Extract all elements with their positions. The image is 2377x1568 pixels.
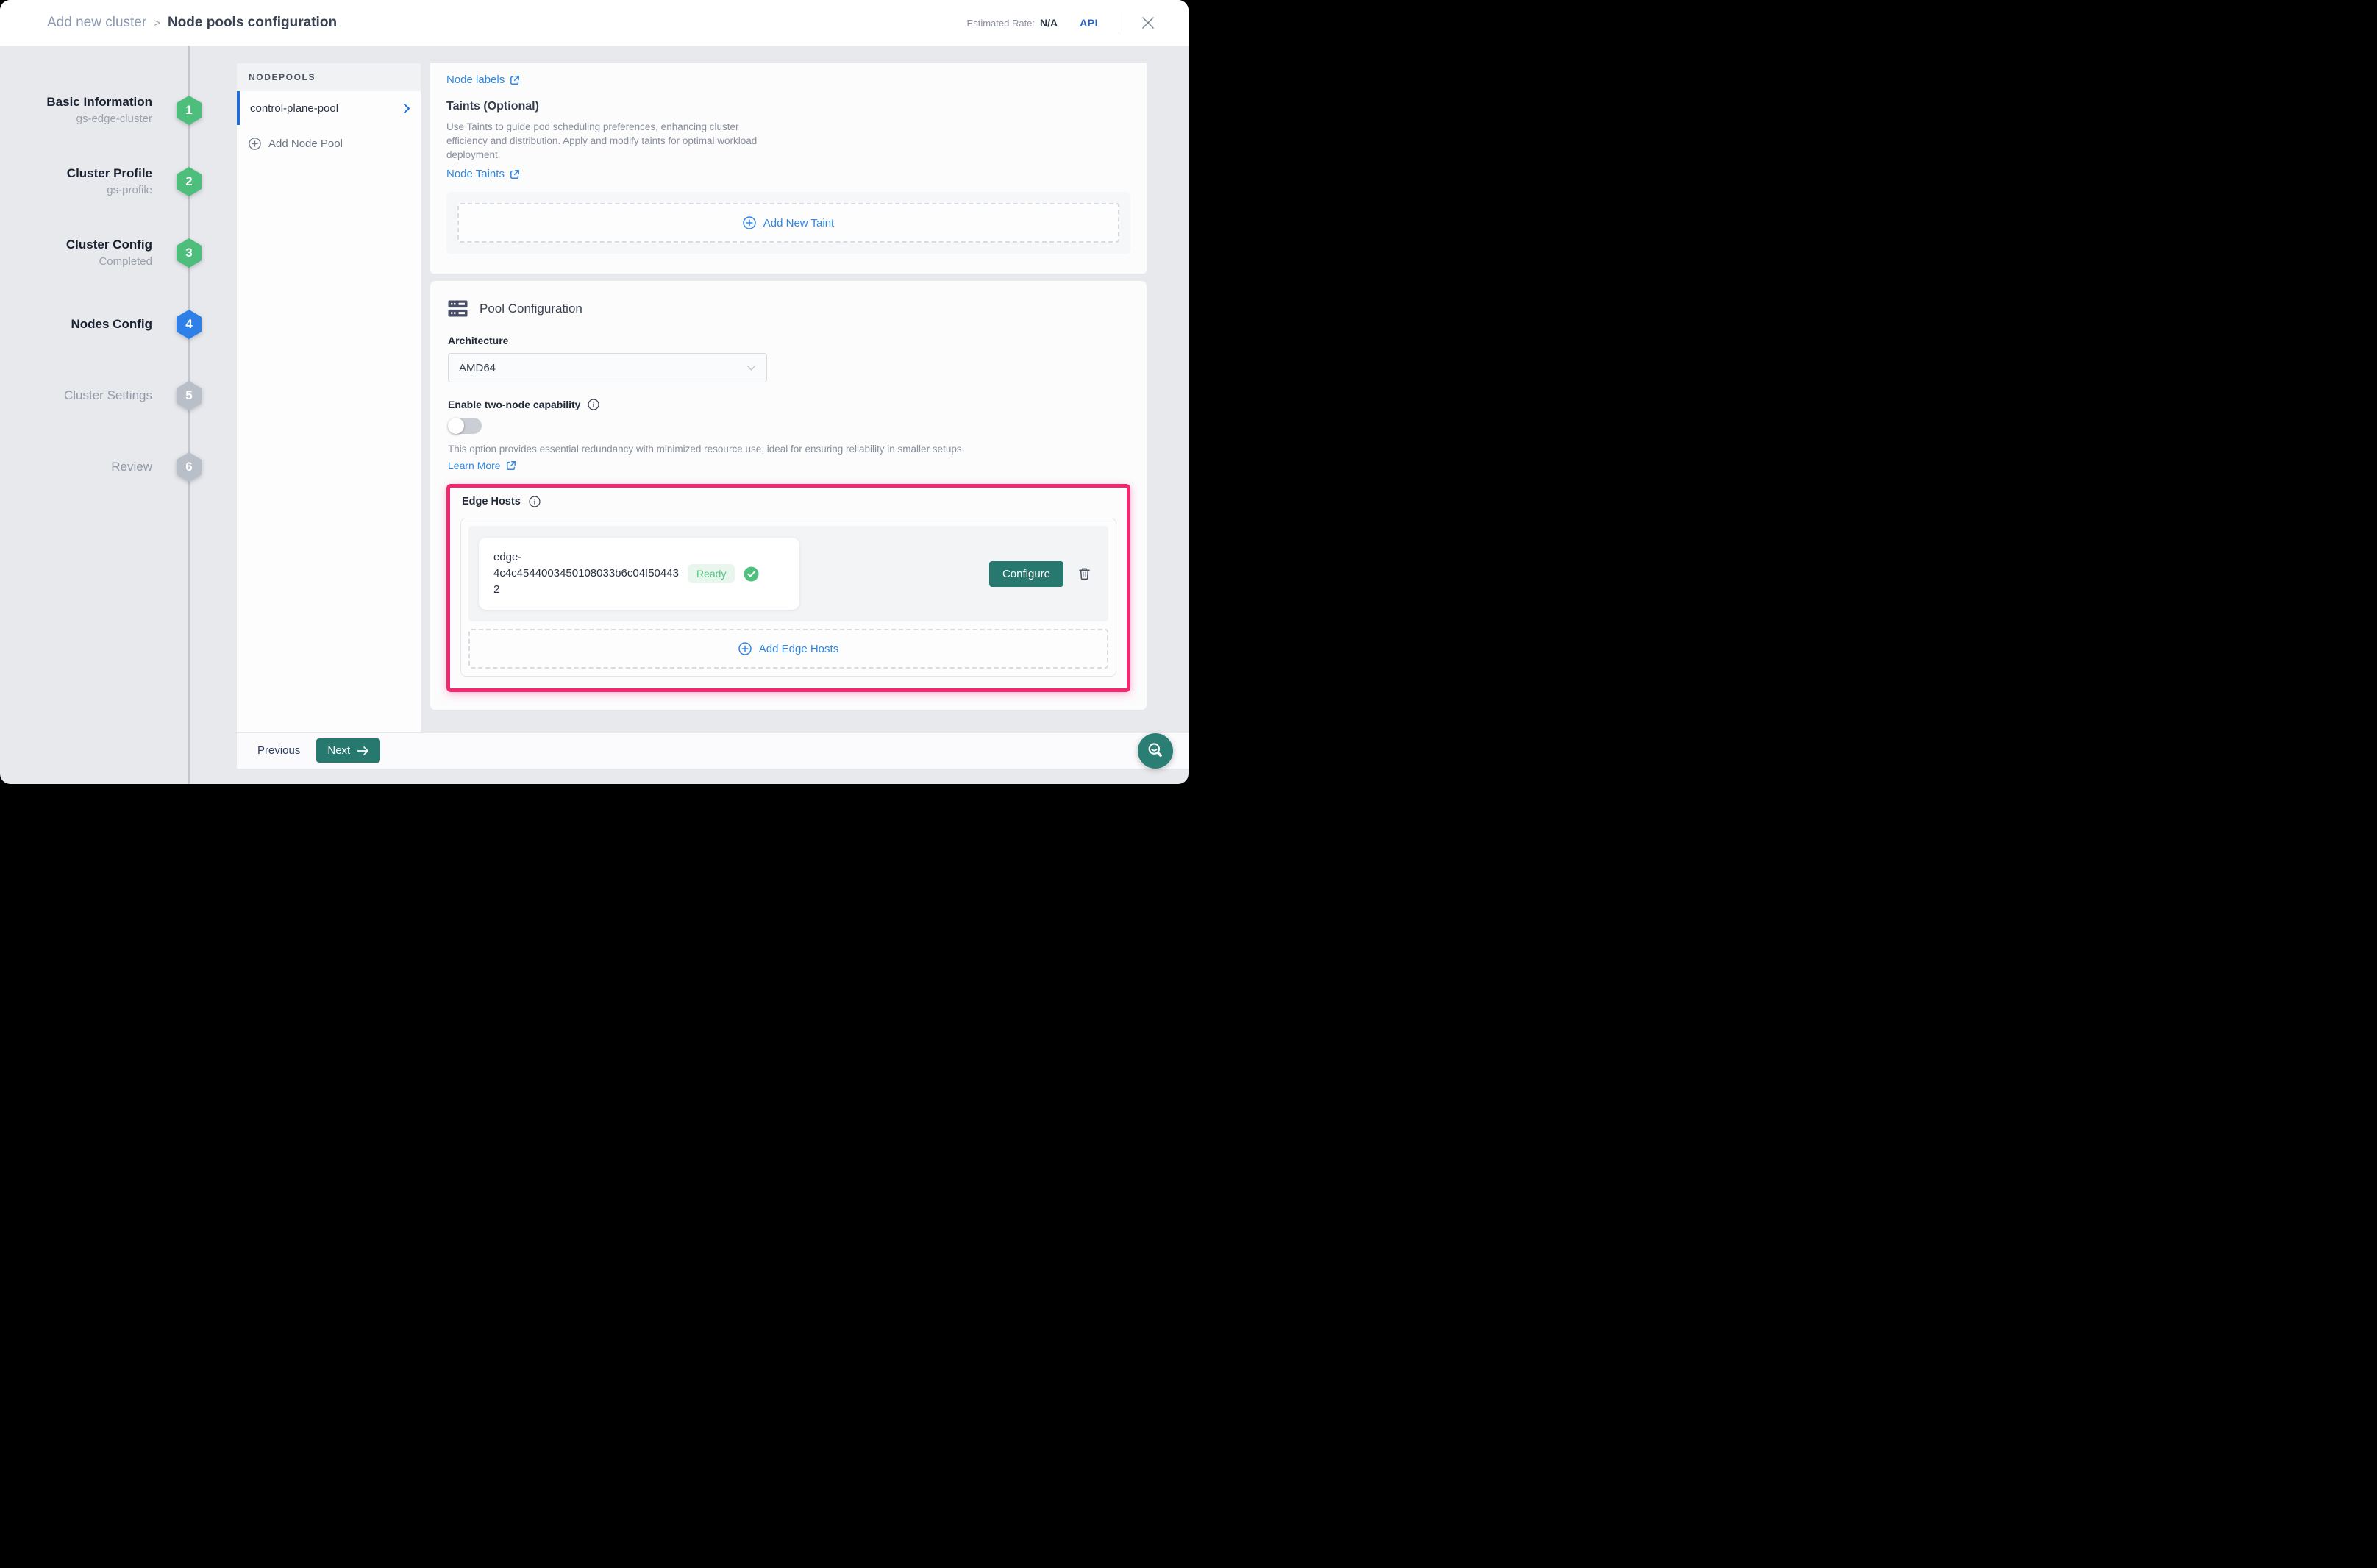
architecture-select[interactable]: AMD64 [448, 353, 767, 382]
plus-circle-icon [743, 216, 756, 229]
external-link-icon [506, 460, 516, 471]
step-title: Basic Information [46, 93, 152, 111]
estimated-rate-label: Estimated Rate: [967, 18, 1036, 29]
nodepools-header: NODEPOOLS [237, 63, 421, 91]
arrow-right-icon [357, 746, 369, 756]
plus-circle-icon [249, 138, 261, 150]
info-icon[interactable] [588, 399, 599, 410]
trash-icon [1078, 567, 1091, 580]
nodepool-item-control-plane-pool[interactable]: control-plane-pool [237, 91, 421, 125]
step-subtitle: Completed [66, 254, 152, 270]
step-title: Cluster Profile [67, 165, 152, 182]
chevron-right-icon [403, 103, 410, 114]
step-title: Cluster Config [66, 236, 152, 254]
step-hexagon: 1 [177, 96, 202, 125]
taints-title: Taints (Optional) [446, 100, 1130, 113]
edge-hosts-label: Edge Hosts [462, 496, 521, 507]
step-title: Review [111, 458, 152, 476]
page-title: Node pools configuration [168, 15, 337, 31]
breadcrumb-separator: > [154, 17, 160, 29]
step-subtitle: gs-edge-cluster [46, 111, 152, 127]
magnifier-smile-icon [1146, 741, 1165, 760]
node-taints-link[interactable]: Node Taints [446, 168, 520, 180]
previous-button[interactable]: Previous [257, 744, 300, 757]
pool-configuration-card: Pool Configuration Architecture AMD64 En… [430, 280, 1147, 710]
step-number: 6 [185, 460, 192, 474]
wizard-stepper: Basic Information gs-edge-cluster 1 Clus… [0, 46, 237, 784]
nodepool-item-label: control-plane-pool [250, 102, 338, 115]
two-node-toggle[interactable] [448, 418, 482, 434]
step-hexagon: 4 [177, 310, 202, 339]
header-actions: Estimated Rate: N/A API [967, 12, 1156, 34]
step-number: 2 [185, 174, 192, 189]
app-window: Add new cluster > Node pools configurati… [0, 0, 1188, 784]
add-new-taint-label: Add New Taint [763, 217, 834, 229]
api-link[interactable]: API [1080, 17, 1098, 29]
breadcrumb: Add new cluster > Node pools configurati… [47, 15, 337, 31]
server-stack-icon [448, 300, 468, 317]
step-number: 4 [185, 317, 192, 332]
configure-button[interactable]: Configure [989, 561, 1063, 587]
status-badge: Ready [688, 564, 735, 583]
check-circle-icon [744, 566, 759, 582]
learn-more-link[interactable]: Learn More [448, 460, 516, 471]
plus-circle-icon [738, 642, 752, 655]
step-number: 3 [185, 246, 192, 260]
taints-card: Node labels Taints (Optional) Use Taints… [430, 63, 1147, 274]
help-fab-button[interactable] [1138, 733, 1173, 769]
nodepools-panel: NODEPOOLS control-plane-pool Add Node Po… [237, 63, 421, 732]
external-link-icon [510, 75, 520, 85]
add-node-pool-label: Add Node Pool [268, 138, 343, 150]
close-button[interactable] [1140, 15, 1156, 31]
stepper-line [188, 46, 190, 784]
step-hexagon: 6 [177, 452, 202, 482]
estimated-rate-value: N/A [1040, 17, 1058, 29]
step-subtitle: gs-profile [67, 182, 152, 199]
architecture-label: Architecture [430, 335, 1147, 346]
step-title: Cluster Settings [64, 387, 152, 405]
add-new-taint-button[interactable]: Add New Taint [457, 203, 1119, 243]
edge-host-id: edge-4c4c4544003450108033b6c04f504432 [493, 549, 679, 598]
add-node-pool-button[interactable]: Add Node Pool [237, 125, 421, 162]
node-taints-link-label: Node Taints [446, 168, 505, 180]
taints-list-container: Add New Taint [446, 192, 1130, 254]
node-labels-link-label: Node labels [446, 74, 505, 86]
header: Add new cluster > Node pools configurati… [0, 0, 1188, 46]
taints-description: Use Taints to guide pod scheduling prefe… [446, 120, 781, 162]
edge-host-row: edge-4c4c4544003450108033b6c04f504432 Re… [468, 526, 1108, 621]
breadcrumb-link-add-new-cluster[interactable]: Add new cluster [47, 15, 146, 31]
add-edge-hosts-button[interactable]: Add Edge Hosts [468, 629, 1108, 669]
step-title: Nodes Config [71, 316, 153, 333]
add-edge-hosts-label: Add Edge Hosts [759, 643, 838, 655]
external-link-icon [510, 169, 520, 179]
two-node-description: This option provides essential redundanc… [430, 443, 1147, 455]
delete-edge-host-button[interactable] [1078, 567, 1091, 580]
step-hexagon: 2 [177, 167, 202, 196]
next-button[interactable]: Next [316, 738, 380, 763]
architecture-value: AMD64 [459, 362, 496, 374]
close-icon [1141, 15, 1155, 30]
two-node-label: Enable two-node capability [448, 399, 580, 410]
node-labels-link[interactable]: Node labels [446, 74, 520, 86]
toggle-knob [448, 418, 464, 434]
main-content: Node labels Taints (Optional) Use Taints… [430, 63, 1147, 710]
wizard-footer: Previous Next [237, 732, 1188, 769]
edge-host-card[interactable]: edge-4c4c4544003450108033b6c04f504432 Re… [479, 538, 799, 610]
info-icon[interactable] [529, 496, 541, 507]
next-button-label: Next [327, 744, 350, 757]
step-number: 5 [185, 388, 192, 403]
learn-more-label: Learn More [448, 460, 501, 471]
step-hexagon: 5 [177, 381, 202, 410]
step-number: 1 [185, 103, 192, 118]
step-hexagon: 3 [177, 238, 202, 268]
edge-hosts-container: edge-4c4c4544003450108033b6c04f504432 Re… [460, 518, 1116, 677]
pool-configuration-title: Pool Configuration [480, 302, 582, 316]
chevron-down-icon [746, 365, 756, 371]
edge-hosts-highlight-section: Edge Hosts edge-4c4c4544003450108033b6c0… [446, 484, 1130, 692]
